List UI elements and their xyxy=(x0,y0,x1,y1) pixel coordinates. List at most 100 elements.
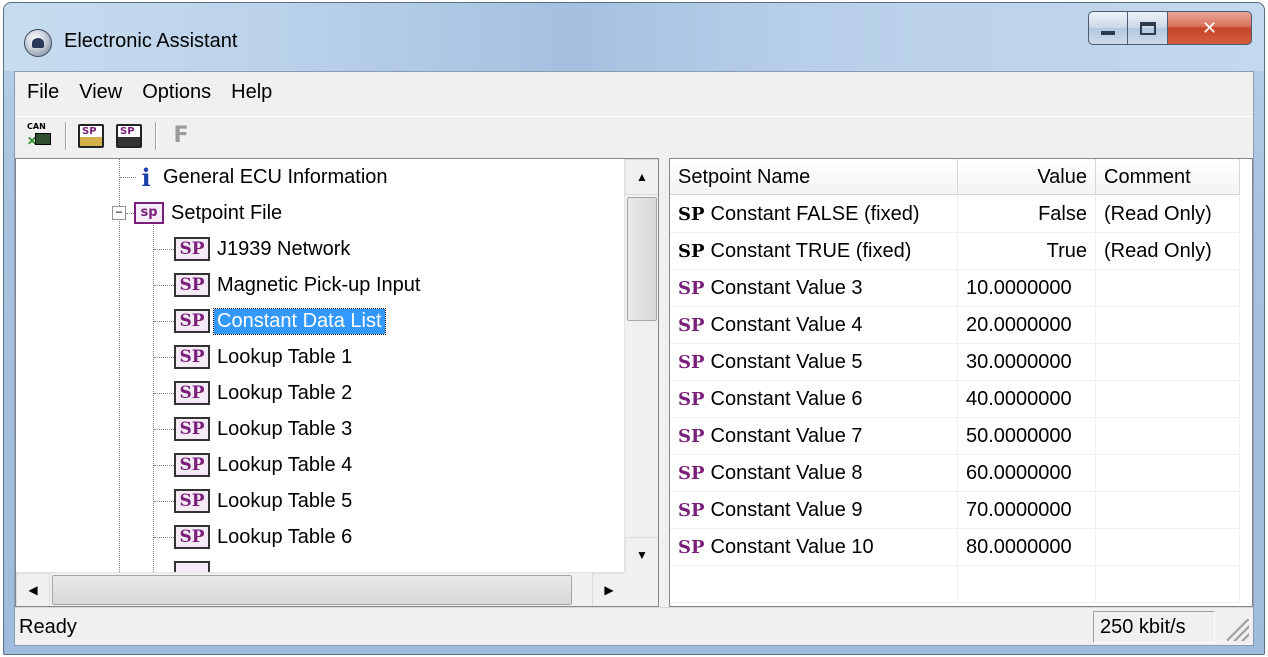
setpoint-comment-cell xyxy=(1096,381,1240,418)
setpoint-value-cell[interactable]: 50.0000000 xyxy=(958,418,1096,455)
tree-item-lookup-table-5[interactable]: SP Lookup Table 5 xyxy=(16,483,355,519)
tree-item-lookup-table-2[interactable]: SP Lookup Table 2 xyxy=(16,375,355,411)
setpoint-name-cell[interactable]: SP Constant Value 6 xyxy=(670,381,958,418)
close-button[interactable]: ✕ xyxy=(1168,11,1252,45)
empty-cell xyxy=(670,566,958,603)
setpoint-name-cell[interactable]: SP Constant Value 4 xyxy=(670,307,958,344)
tree-horizontal-scrollbar[interactable]: ◀ ▶ xyxy=(16,572,626,606)
scroll-down-button[interactable]: ▼ xyxy=(625,537,658,573)
tree-item-general-ecu-information[interactable]: i General ECU Information xyxy=(16,159,391,195)
sp-icon: SP xyxy=(174,525,210,549)
tree-item-lookup-table-3[interactable]: SP Lookup Table 3 xyxy=(16,411,355,447)
table-row[interactable]: SP Constant Value 7 50.0000000 xyxy=(670,418,1240,455)
setpoint-name-cell[interactable]: SP Constant Value 8 xyxy=(670,455,958,492)
setpoint-comment-cell xyxy=(1096,418,1240,455)
menu-view[interactable]: View xyxy=(69,72,132,112)
setpoint-comment-cell xyxy=(1096,492,1240,529)
setpoint-value-cell[interactable]: 20.0000000 xyxy=(958,307,1096,344)
empty-cell xyxy=(958,566,1096,603)
minimize-button[interactable] xyxy=(1088,11,1128,45)
table-row[interactable]: SP Constant Value 8 60.0000000 xyxy=(670,455,1240,492)
open-setpoint-button[interactable] xyxy=(73,119,109,153)
tree-item-label: Magnetic Pick-up Input xyxy=(217,273,421,296)
setpoint-name: Constant Value 4 xyxy=(710,314,863,336)
sp-icon: SP xyxy=(678,463,705,484)
setpoint-value-cell[interactable]: 80.0000000 xyxy=(958,529,1096,566)
setpoint-name-cell[interactable]: SP Constant TRUE (fixed) xyxy=(670,233,958,270)
menu-options[interactable]: Options xyxy=(132,72,221,112)
setpoint-value-cell[interactable]: True xyxy=(958,233,1096,270)
can-connect-button[interactable]: CAN ✕ xyxy=(21,119,57,153)
sp-icon: SP xyxy=(174,453,210,477)
tree-item-constant-data-list[interactable]: SP Constant Data List xyxy=(16,303,386,339)
arrow-left-icon: ◀ xyxy=(28,583,38,597)
scroll-up-button[interactable]: ▲ xyxy=(625,159,658,195)
sp-icon: SP xyxy=(678,315,705,336)
sp-icon: SP xyxy=(678,537,705,558)
setpoint-tree[interactable]: i General ECU Information − sp Setpoint … xyxy=(15,158,659,607)
tree-item-lookup-table-4[interactable]: SP Lookup Table 4 xyxy=(16,447,355,483)
setpoint-value-cell[interactable]: 30.0000000 xyxy=(958,344,1096,381)
window-title: Electronic Assistant xyxy=(64,30,238,52)
tree-item-lookup-table-6[interactable]: SP Lookup Table 6 xyxy=(16,519,355,555)
column-header-setpoint-name[interactable]: Setpoint Name xyxy=(670,159,958,195)
setpoint-name-cell[interactable]: SP Constant FALSE (fixed) xyxy=(670,196,958,233)
sp-icon: SP xyxy=(174,273,210,297)
save-setpoint-button[interactable] xyxy=(111,119,147,153)
collapse-icon[interactable]: − xyxy=(112,206,126,220)
setpoint-name-cell[interactable]: SP Constant Value 9 xyxy=(670,492,958,529)
table-row[interactable]: SP Constant Value 5 30.0000000 xyxy=(670,344,1240,381)
setpoint-value-cell[interactable]: 70.0000000 xyxy=(958,492,1096,529)
table-row[interactable]: SP Constant Value 9 70.0000000 xyxy=(670,492,1240,529)
sp-icon: SP xyxy=(174,417,210,441)
menu-file[interactable]: File xyxy=(17,72,69,112)
column-header-value[interactable]: Value xyxy=(958,159,1096,195)
tree-vertical-scrollbar[interactable]: ▲ ▼ xyxy=(624,159,658,573)
sp-icon: SP xyxy=(678,204,705,225)
vertical-scroll-thumb[interactable] xyxy=(627,197,657,321)
table-row[interactable]: SP Constant Value 6 40.0000000 xyxy=(670,381,1240,418)
tree-item-label: Lookup Table 6 xyxy=(217,525,353,548)
setpoint-value-cell[interactable]: 10.0000000 xyxy=(958,270,1096,307)
setpoint-name-cell[interactable]: SP Constant Value 7 xyxy=(670,418,958,455)
sp-open-icon xyxy=(78,123,104,148)
minimize-icon xyxy=(1101,31,1115,35)
f-button[interactable]: F xyxy=(163,119,199,153)
setpoint-name: Constant Value 3 xyxy=(710,277,863,299)
table-row[interactable]: SP Constant Value 10 80.0000000 xyxy=(670,529,1240,566)
setpoint-name-cell[interactable]: SP Constant Value 10 xyxy=(670,529,958,566)
table-row[interactable]: SP Constant TRUE (fixed) True (Read Only) xyxy=(670,233,1240,270)
table-row[interactable]: SP Constant Value 4 20.0000000 xyxy=(670,307,1240,344)
scroll-right-button[interactable]: ▶ xyxy=(592,573,626,606)
tree-item-setpoint-file[interactable]: − sp Setpoint File xyxy=(16,195,285,231)
tree-item-j1939-network[interactable]: SP J1939 Network xyxy=(16,231,353,267)
setpoint-name-cell[interactable]: SP Constant Value 3 xyxy=(670,270,958,307)
scroll-left-button[interactable]: ◀ xyxy=(16,573,50,606)
table-row[interactable]: SP Constant FALSE (fixed) False (Read Only) xyxy=(670,196,1240,233)
status-text: Ready xyxy=(19,616,77,638)
setpoint-comment-cell xyxy=(1096,529,1240,566)
resize-grip-icon[interactable] xyxy=(1227,619,1249,641)
sp-icon: SP xyxy=(678,389,705,410)
table-row[interactable]: SP Constant Value 3 10.0000000 xyxy=(670,270,1240,307)
title-bar[interactable]: Electronic Assistant ✕ xyxy=(4,3,1264,71)
tree-item-label: Lookup Table 4 xyxy=(217,453,353,476)
maximize-button[interactable] xyxy=(1128,11,1168,45)
setpoint-name: Constant Value 9 xyxy=(710,499,863,521)
horizontal-scroll-thumb[interactable] xyxy=(52,575,572,605)
setpoint-name-cell[interactable]: SP Constant Value 5 xyxy=(670,344,958,381)
menu-help[interactable]: Help xyxy=(221,72,282,112)
tree-item-label: Constant Data List xyxy=(213,307,386,335)
maximize-icon xyxy=(1139,21,1156,35)
tree-item-magnetic-pickup-input[interactable]: SP Magnetic Pick-up Input xyxy=(16,267,423,303)
tree-item-lookup-table-1[interactable]: SP Lookup Table 1 xyxy=(16,339,355,375)
setpoint-value-cell[interactable]: 40.0000000 xyxy=(958,381,1096,418)
setpoint-value-cell[interactable]: 60.0000000 xyxy=(958,455,1096,492)
column-header-comment[interactable]: Comment xyxy=(1096,159,1240,195)
setpoint-name: Constant Value 10 xyxy=(710,536,874,558)
toolbar-separator xyxy=(65,121,67,150)
setpoint-grid[interactable]: Setpoint Name Value Comment SP Constant F… xyxy=(669,158,1253,607)
setpoint-value-cell[interactable]: False xyxy=(958,196,1096,233)
sp-icon: SP xyxy=(678,278,705,299)
table-row-empty xyxy=(670,566,1240,603)
